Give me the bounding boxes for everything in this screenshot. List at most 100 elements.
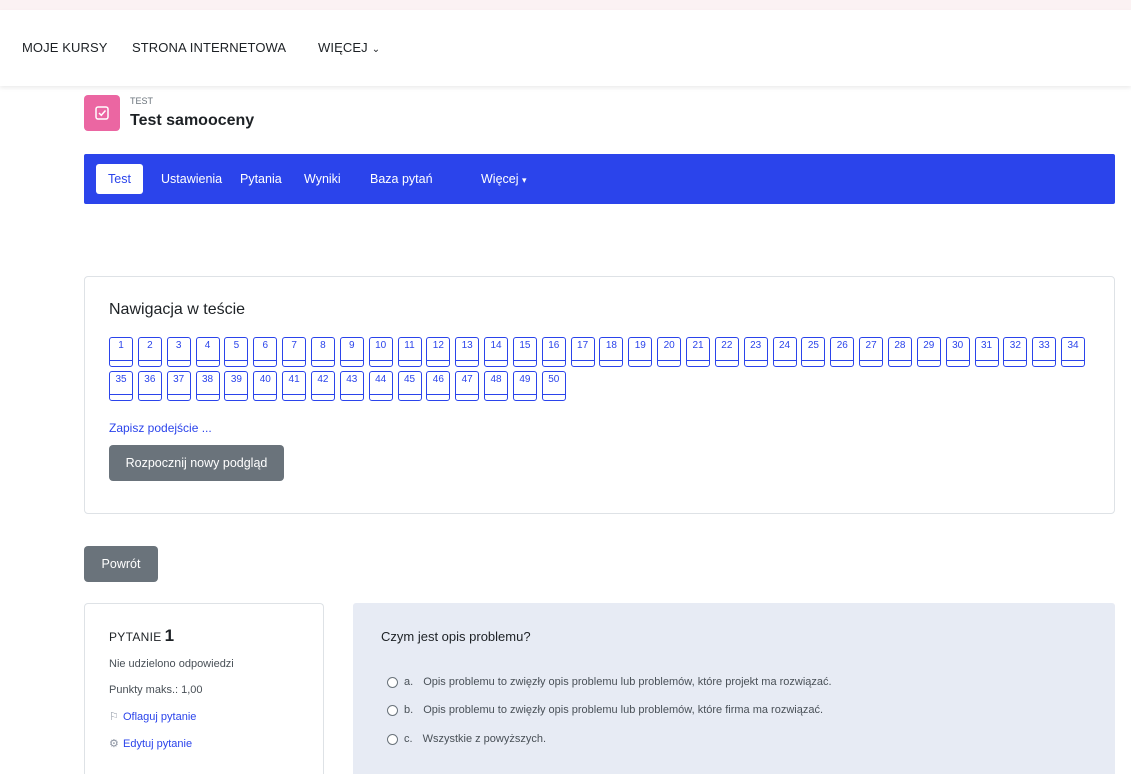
question-state-bar <box>773 360 796 366</box>
question-nav-button[interactable]: 15 <box>512 337 537 367</box>
answer-text: Opis problemu to zwięzły opis problemu l… <box>423 704 824 716</box>
question-nav-number: 5 <box>233 340 240 351</box>
question-nav-button[interactable]: 27 <box>859 337 884 367</box>
question-state-bar <box>110 360 132 366</box>
question-nav-button[interactable]: 7 <box>282 337 307 367</box>
question-state-bar <box>513 394 536 400</box>
question-nav-button[interactable]: 5 <box>224 337 249 367</box>
flag-icon: ⚐ <box>109 711 119 723</box>
question-nav-button[interactable]: 31 <box>974 337 999 367</box>
question-nav-button[interactable]: 20 <box>657 337 682 367</box>
question-nav-button[interactable]: 44 <box>368 371 393 401</box>
question-nav-button[interactable]: 11 <box>397 337 422 367</box>
nav-more-label: WIĘCEJ <box>318 40 368 55</box>
question-nav-button[interactable]: 33 <box>1032 337 1057 367</box>
answer-option[interactable]: a. Opis problemu to zwięzły opis problem… <box>387 676 832 688</box>
question-nav-button[interactable]: 9 <box>339 337 364 367</box>
question-nav-button[interactable]: 2 <box>137 337 162 367</box>
question-nav-button[interactable]: 36 <box>137 371 162 401</box>
question-state-bar <box>1004 360 1027 366</box>
save-attempt-link[interactable]: Zapisz podejście ... <box>109 421 212 435</box>
question-nav-button[interactable]: 41 <box>282 371 307 401</box>
question-nav-number: 43 <box>346 374 358 385</box>
question-nav-button[interactable]: 16 <box>541 337 566 367</box>
question-nav-button[interactable]: 22 <box>714 337 739 367</box>
question-nav-button[interactable]: 25 <box>801 337 826 367</box>
question-nav-number: 46 <box>432 374 444 385</box>
question-nav-button[interactable]: 30 <box>945 337 970 367</box>
question-nav-number: 28 <box>894 340 906 351</box>
start-new-preview-button[interactable]: Rozpocznij nowy podgląd <box>109 445 284 481</box>
question-state-bar <box>196 394 219 400</box>
nav-more[interactable]: WIĘCEJ ⌄ <box>318 40 380 55</box>
question-nav-button[interactable]: 43 <box>339 371 364 401</box>
question-nav-number: 36 <box>144 374 156 385</box>
question-nav-button[interactable]: 19 <box>628 337 653 367</box>
question-state-bar <box>888 360 911 366</box>
question-nav-button[interactable]: 14 <box>484 337 509 367</box>
nav-website[interactable]: STRONA INTERNETOWA <box>132 40 286 55</box>
question-nav-button[interactable]: 47 <box>455 371 480 401</box>
question-nav-number: 13 <box>461 340 473 351</box>
question-nav-button[interactable]: 8 <box>310 337 335 367</box>
activity-type: TEST <box>130 96 154 106</box>
question-nav-button[interactable]: 24 <box>772 337 797 367</box>
tab-test[interactable]: Test <box>96 164 143 194</box>
question-state-bar <box>542 394 565 400</box>
question-state-bar <box>917 360 940 366</box>
question-nav-button[interactable]: 18 <box>599 337 624 367</box>
question-state-bar <box>1062 360 1085 366</box>
question-nav-button[interactable]: 10 <box>368 337 393 367</box>
question-nav-button[interactable]: 38 <box>195 371 220 401</box>
question-nav-button[interactable]: 6 <box>253 337 278 367</box>
question-nav-button[interactable]: 1 <box>109 337 133 367</box>
radio-button[interactable] <box>387 733 398 745</box>
question-nav-button[interactable]: 26 <box>830 337 855 367</box>
tab-more[interactable]: Więcej ▾ <box>469 164 539 194</box>
question-nav-number: 19 <box>634 340 646 351</box>
question-nav-number: 3 <box>175 340 182 351</box>
question-nav-button[interactable]: 37 <box>166 371 191 401</box>
question-nav-button[interactable]: 35 <box>109 371 133 401</box>
question-nav-button[interactable]: 40 <box>253 371 278 401</box>
question-state-bar <box>600 360 623 366</box>
radio-button[interactable] <box>387 704 398 716</box>
question-nav-button[interactable]: 49 <box>512 371 537 401</box>
question-points: Punkty maks.: 1,00 <box>109 684 203 696</box>
question-nav-number: 11 <box>404 340 415 351</box>
quiz-navigation-block: Nawigacja w teście 1 2 3 4 5 6 7 8 9 10 11 12 13 14 15… <box>84 276 1115 514</box>
tab-question-bank[interactable]: Baza pytań <box>358 164 445 194</box>
question-nav-button[interactable]: 39 <box>224 371 249 401</box>
nav-my-courses[interactable]: MOJE KURSY <box>22 40 108 55</box>
question-nav-button[interactable]: 17 <box>570 337 595 367</box>
tab-results[interactable]: Wyniki <box>292 164 353 194</box>
back-button[interactable]: Powrót <box>84 546 158 582</box>
edit-question-link[interactable]: ⚙ Edytuj pytanie <box>109 737 192 750</box>
question-nav-button[interactable]: 34 <box>1061 337 1086 367</box>
question-nav-button[interactable]: 29 <box>916 337 941 367</box>
question-nav-button[interactable]: 42 <box>310 371 335 401</box>
question-nav-button[interactable]: 32 <box>1003 337 1028 367</box>
flag-question-link[interactable]: ⚐ Oflaguj pytanie <box>109 710 196 723</box>
tab-settings[interactable]: Ustawienia <box>149 164 234 194</box>
question-nav-button[interactable]: 23 <box>743 337 768 367</box>
question-nav-number: 37 <box>173 374 185 385</box>
question-nav-button[interactable]: 3 <box>166 337 191 367</box>
answer-option[interactable]: b. Opis problemu to zwięzły opis problem… <box>387 704 823 716</box>
tab-questions[interactable]: Pytania <box>228 164 294 194</box>
gear-icon: ⚙ <box>109 738 119 750</box>
question-nav-button[interactable]: 12 <box>426 337 451 367</box>
question-nav-button[interactable]: 13 <box>455 337 480 367</box>
question-nav-button[interactable]: 50 <box>541 371 566 401</box>
question-state-bar <box>254 360 277 366</box>
question-state-bar <box>629 360 652 366</box>
answer-option[interactable]: c. Wszystkie z powyższych. <box>387 733 546 745</box>
question-nav-button[interactable]: 46 <box>426 371 451 401</box>
question-nav-button[interactable]: 4 <box>195 337 220 367</box>
question-nav-button[interactable]: 48 <box>484 371 509 401</box>
question-content: Czym jest opis problemu? a. Opis problem… <box>353 603 1115 774</box>
question-nav-button[interactable]: 28 <box>887 337 912 367</box>
question-nav-button[interactable]: 21 <box>686 337 710 367</box>
question-nav-button[interactable]: 45 <box>397 371 422 401</box>
radio-button[interactable] <box>387 676 398 688</box>
